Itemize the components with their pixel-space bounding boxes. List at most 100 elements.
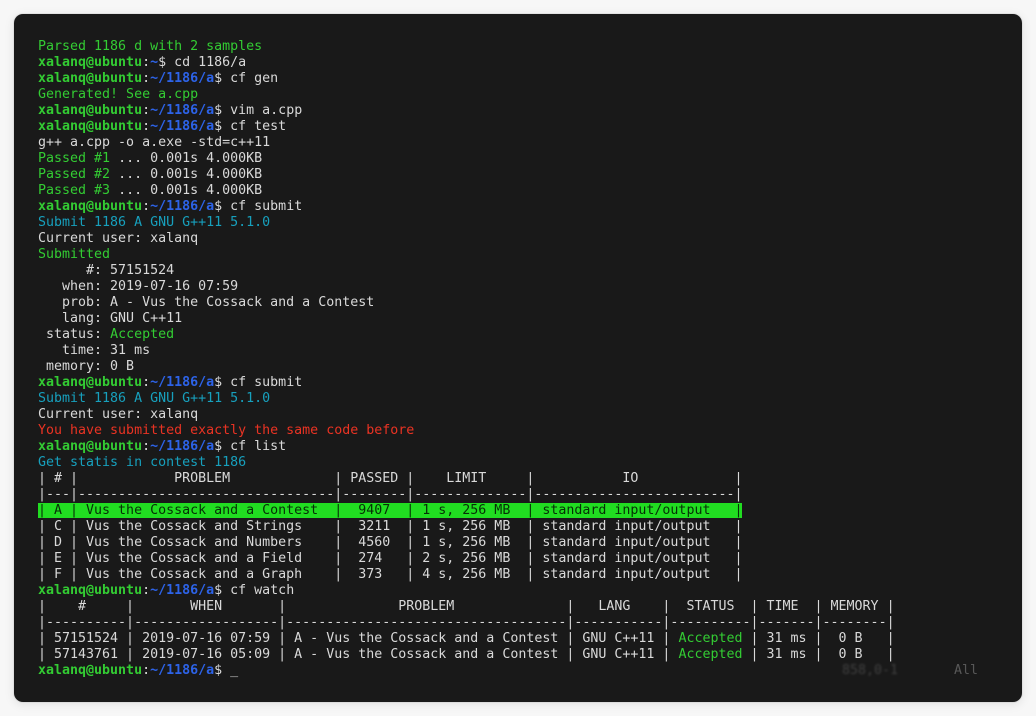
terminal-line: memory: 0 B	[38, 359, 1012, 375]
prompt-user: xalanq@ubuntu	[38, 55, 142, 70]
terminal-line: prob: A - Vus the Cossack and a Contest	[38, 295, 1012, 311]
terminal-line: status: Accepted	[38, 327, 1012, 343]
terminal-line: | C | Vus the Cossack and Strings | 3211…	[38, 519, 1012, 535]
command-text: $ cf test	[214, 119, 286, 134]
test-result: Passed #2	[38, 167, 110, 182]
text-segment: $	[214, 663, 230, 678]
submit-info: Submit 1186 A GNU G++11 5.1.0	[38, 391, 270, 406]
list-info: Get statis in contest 1186	[38, 455, 246, 470]
submit-info: Submit 1186 A GNU G++11 5.1.0	[38, 215, 270, 230]
prompt-path: ~/1186/a	[150, 663, 214, 678]
terminal-line: #: 57151524	[38, 263, 1012, 279]
ghost-all-text: All	[954, 663, 978, 679]
terminal-line: xalanq@ubuntu:~$ cd 1186/a	[38, 55, 1012, 71]
current-user: Current user: xalanq	[38, 231, 198, 246]
submission-memory: memory: 0 B	[38, 359, 134, 374]
cursor[interactable]: _	[230, 663, 238, 678]
table-row: | E | Vus the Cossack and a Field | 274 …	[38, 551, 742, 566]
text-segment: :	[142, 119, 150, 134]
terminal-line: You have submitted exactly the same code…	[38, 423, 1012, 439]
text-segment: ... 0.001s 4.000KB	[110, 167, 262, 182]
text-segment: | 31 ms | 0 B |	[742, 647, 894, 662]
terminal-output: Parsed 1186 d with 2 samplesxalanq@ubunt…	[38, 39, 1012, 679]
submission-lang: lang: GNU C++11	[38, 311, 182, 326]
terminal-line: lang: GNU C++11	[38, 311, 1012, 327]
text-segment: :	[142, 583, 150, 598]
table-header: | # | PROBLEM | PASSED | LIMIT | IO |	[38, 471, 742, 486]
submission-status-value: Accepted	[110, 327, 174, 342]
ghost-ruler-text: 858,0-1	[842, 663, 898, 679]
command-text: $ cf list	[214, 439, 286, 454]
table-header: | # | WHEN | PROBLEM | LANG | STATUS | T…	[38, 599, 895, 614]
text-segment: | 31 ms | 0 B |	[742, 631, 894, 646]
error-message: You have submitted exactly the same code…	[38, 423, 414, 438]
test-result: Passed #3	[38, 183, 110, 198]
status-accepted: Accepted	[678, 631, 742, 646]
table-row-highlighted: | A | Vus the Cossack and a Contest | 94…	[38, 503, 742, 518]
prompt-user: xalanq@ubuntu	[38, 199, 142, 214]
table-row: | 57143761 | 2019-07-16 05:09 | A - Vus …	[38, 647, 678, 662]
terminal-line: Current user: xalanq	[38, 407, 1012, 423]
terminal-line: xalanq@ubuntu:~/1186/a$ cf list	[38, 439, 1012, 455]
terminal-line: Passed #2 ... 0.001s 4.000KB	[38, 167, 1012, 183]
terminal-line: xalanq@ubuntu:~/1186/a$ cf submit	[38, 199, 1012, 215]
prompt-user: xalanq@ubuntu	[38, 663, 142, 678]
text-segment: :	[142, 199, 150, 214]
terminal-line: Generated! See a.cpp	[38, 87, 1012, 103]
terminal-line: | # | PROBLEM | PASSED | LIMIT | IO |	[38, 471, 1012, 487]
prompt-path: ~/1186/a	[150, 199, 214, 214]
submission-time: time: 31 ms	[38, 343, 150, 358]
terminal-line: xalanq@ubuntu:~/1186/a$ cf gen	[38, 71, 1012, 87]
command-text: $ cd 1186/a	[158, 55, 246, 70]
prompt-path: ~	[150, 55, 158, 70]
prompt-path: ~/1186/a	[150, 439, 214, 454]
text-segment: :	[142, 55, 150, 70]
table-row: | D | Vus the Cossack and Numbers | 4560…	[38, 535, 742, 550]
text-segment: :	[142, 71, 150, 86]
desktop-background: { "terminal": { "colors": { "page_backgr…	[0, 0, 1036, 716]
terminal-line: when: 2019-07-16 07:59	[38, 279, 1012, 295]
terminal-line: Submit 1186 A GNU G++11 5.1.0	[38, 215, 1012, 231]
terminal-line: time: 31 ms	[38, 343, 1012, 359]
text-segment: ... 0.001s 4.000KB	[110, 151, 262, 166]
table-row: | 57151524 | 2019-07-16 07:59 | A - Vus …	[38, 631, 678, 646]
status-message: Submitted	[38, 247, 110, 262]
current-user: Current user: xalanq	[38, 407, 198, 422]
terminal-line: xalanq@ubuntu:~/1186/a$ cf watch	[38, 583, 1012, 599]
terminal-line: |---|--------------------------------|--…	[38, 487, 1012, 503]
table-row: | F | Vus the Cossack and a Graph | 373 …	[38, 567, 742, 582]
terminal-line: Current user: xalanq	[38, 231, 1012, 247]
compile-command: g++ a.cpp -o a.exe -std=c++11	[38, 135, 270, 150]
table-row: | C | Vus the Cossack and Strings | 3211…	[38, 519, 742, 534]
status-message: Generated! See a.cpp	[38, 87, 198, 102]
terminal-line: Submitted	[38, 247, 1012, 263]
table-separator: |----------|------------------|---------…	[38, 615, 895, 630]
terminal-window[interactable]: Parsed 1186 d with 2 samplesxalanq@ubunt…	[14, 14, 1022, 702]
status-message: Parsed 1186 d with 2 samples	[38, 39, 262, 54]
terminal-line: | D | Vus the Cossack and Numbers | 4560…	[38, 535, 1012, 551]
submission-problem: prob: A - Vus the Cossack and a Contest	[38, 295, 374, 310]
terminal-line: xalanq@ubuntu:~/1186/a$ cf test	[38, 119, 1012, 135]
submission-status-label: status:	[38, 327, 110, 342]
command-text: $ cf gen	[214, 71, 278, 86]
command-text: $ cf submit	[214, 199, 302, 214]
terminal-line: | # | WHEN | PROBLEM | LANG | STATUS | T…	[38, 599, 1012, 615]
prompt-user: xalanq@ubuntu	[38, 375, 142, 390]
terminal-line: xalanq@ubuntu:~/1186/a$ vim a.cpp	[38, 103, 1012, 119]
command-text: $ vim a.cpp	[214, 103, 302, 118]
terminal-line: xalanq@ubuntu:~/1186/a$ cf submit	[38, 375, 1012, 391]
text-segment: :	[142, 663, 150, 678]
terminal-line: |----------|------------------|---------…	[38, 615, 1012, 631]
status-accepted: Accepted	[678, 647, 742, 662]
prompt-path: ~/1186/a	[150, 119, 214, 134]
prompt-user: xalanq@ubuntu	[38, 439, 142, 454]
terminal-line: Parsed 1186 d with 2 samples	[38, 39, 1012, 55]
submission-when: when: 2019-07-16 07:59	[38, 279, 238, 294]
prompt-user: xalanq@ubuntu	[38, 119, 142, 134]
prompt-path: ~/1186/a	[150, 375, 214, 390]
prompt-path: ~/1186/a	[150, 71, 214, 86]
prompt-path: ~/1186/a	[150, 583, 214, 598]
terminal-line: Passed #3 ... 0.001s 4.000KB	[38, 183, 1012, 199]
terminal-line: | 57151524 | 2019-07-16 07:59 | A - Vus …	[38, 631, 1012, 647]
terminal-line: | E | Vus the Cossack and a Field | 274 …	[38, 551, 1012, 567]
